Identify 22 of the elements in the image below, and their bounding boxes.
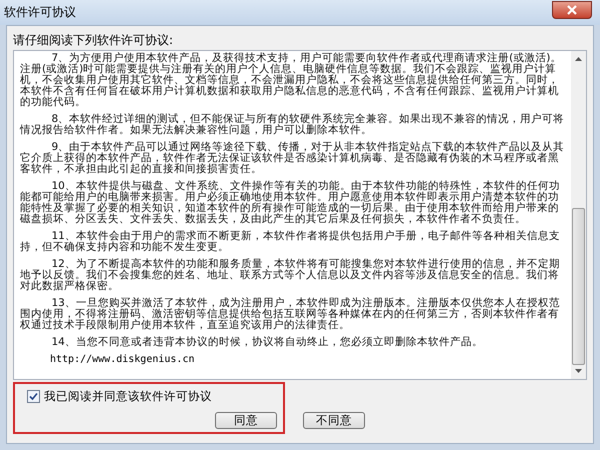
agreement-paragraph: 12、为了不断提高本软件的功能和服务质量，本软件将有可能搜集您对本软件进行使用的信息，并不定期地予以反馈。我们不会搜集您的姓名、地址、联系方式等个人信息以及文件内容等涉及信息安全的信息。我们将对此数据严格保密。 <box>20 259 561 292</box>
website-url: http://www.diskgenius.cn <box>49 354 196 365</box>
agreement-paragraph: 7、为方便用户使用本软件产品，及获得技术支持，用户可能需要向软件作者或代理商请求注册(或激活)。注册(或激活)时可能需要提供与注册有关的用户个人信息、电脑硬件信息等数据。我们不会跟踪、监视用户计算机，不会收集用户使用其它软件、文档等信息，不会泄漏用户隐私，不会将这些信息提供给任何第三方。同时，本软件不含有任何旨在破坏用户计算机数据和获取用户隐私信息的恶意代码，不含有任何跟踪、监视用户计算机的功能代码。 <box>20 53 562 108</box>
scroll-up-icon[interactable] <box>575 57 582 61</box>
scrollbar-thumb[interactable] <box>572 208 585 365</box>
accept-checkbox[interactable] <box>27 390 40 403</box>
agreement-paragraph: 14、当您不同意或者违背本协议的时候，协议将自动终止，您必须立即删除本软件产品。 <box>50 337 484 348</box>
checkbox-label: 我已阅读并同意该软件许可协议 <box>44 389 212 404</box>
agreement-paragraph: 9、由于本软件产品可以通过网络等途径下载、传播，对于从非本软件指定站点下载的本软件产品以及从其它介质上获得的本软件产品，软件作者无法保证该软件是否感染计算机病毒、是否隐藏有伪装的木马程序或者黑客软件，不承担由此引起的直接和间接损害责任。 <box>20 142 566 175</box>
agreement-paragraph: 10、本软件提供与磁盘、文件系统、文件操作等有关的功能。由于本软件功能的特殊性，本软件的任何功能都可能给用户的电脑带来损害。用户必须正确地使用本软件。用户愿意使用本软件即表示用户清楚本软件的功能特性及掌握了必要的相关知识，知道本软件的所有操作可能造成的一切后果。由于使用本软件而给用户带来的磁盘损坏、分区丢失、文件丢失、数据丢失，及由此产生的其它后果及任何损失，本软件作者不负责任。 <box>20 181 561 225</box>
scroll-down-icon[interactable] <box>575 369 582 373</box>
close-icon <box>566 4 578 14</box>
scrollbar[interactable] <box>571 51 586 379</box>
agreement-text-area[interactable] <box>13 50 587 380</box>
agreement-paragraph: 8、本软件经过详细的测试，但不能保证与所有的软硬件系统完全兼容。如果出现不兼容的情况，用户可将情况报告给软件作者。如果无法解决兼容性问题，用户可以删除本软件。 <box>20 114 566 136</box>
disagree-button[interactable]: 不同意 <box>303 412 365 429</box>
instruction-text: 请仔细阅读下列软件许可协议: <box>13 32 174 48</box>
agree-button[interactable]: 同意 <box>215 412 277 429</box>
agreement-paragraph: 13、一旦您购买并激活了本软件，成为注册用户，本软件即成为注册版本。注册版本仅供您本人在授权范围内使用，不得将注册码、激活密钥等信息提供给包括互联网等各种媒体在内的任何第三方，否则本软件作者有权通过技术手段限制用户使用本软件，直至追究该用户的法律责任。 <box>20 298 561 331</box>
window-title: 软件许可协议 <box>4 4 76 21</box>
agreement-paragraph: 11、本软件会由于用户的需求而不断更新，本软件作者将提供包括用户手册，电子邮件等各种相关信息支持，但不确保支持内容和功能不发生变更。 <box>20 231 561 253</box>
close-button[interactable] <box>552 0 592 18</box>
